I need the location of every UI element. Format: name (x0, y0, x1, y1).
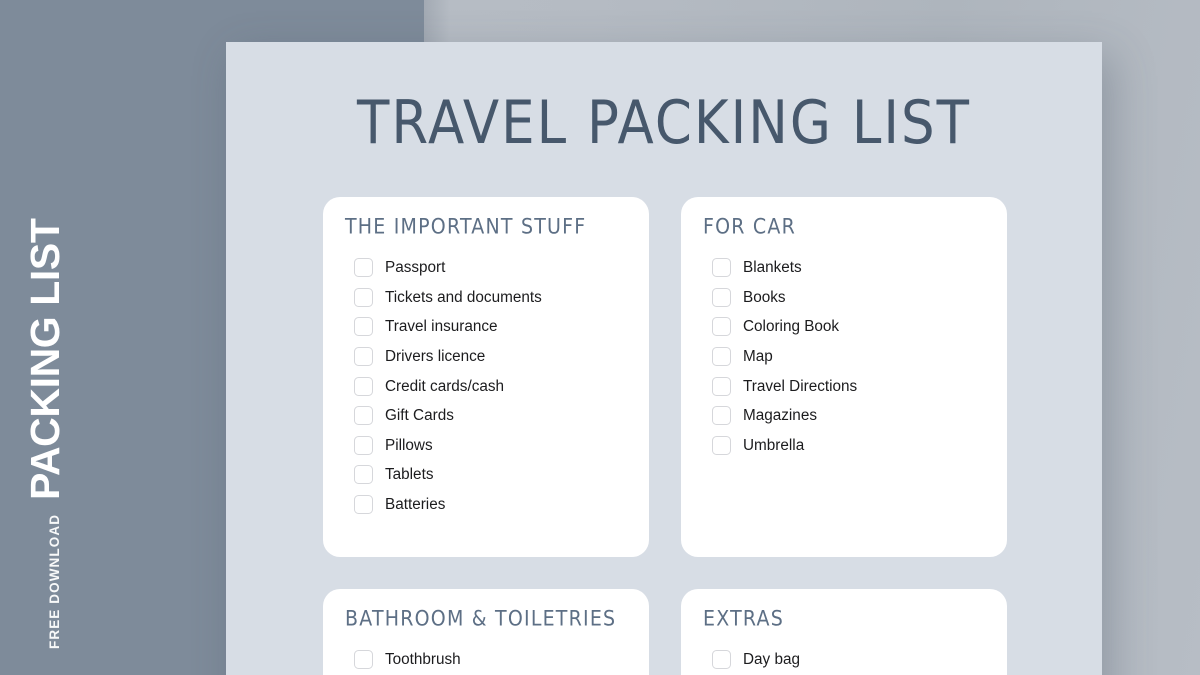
checklist-item[interactable]: Tickets and documents (354, 283, 627, 313)
checklist-item-label: Credit cards/cash (385, 377, 505, 395)
section-title: EXTRAS (703, 606, 784, 632)
packing-list-screenshot: FREE DOWNLOAD PACKING LIST TRAVEL PACKIN… (0, 0, 1200, 675)
checklist-item-label: Day bag (743, 651, 800, 669)
checklist-item-label: Magazines (743, 407, 817, 425)
checkbox-icon[interactable] (354, 317, 373, 337)
checklist-item[interactable]: Travel Directions (712, 371, 985, 401)
checkbox-icon[interactable] (354, 650, 373, 670)
checklist: Passport Tickets and documents Travel insu… (345, 253, 627, 519)
checklist-item[interactable]: Batteries (354, 490, 627, 520)
page-title: TRAVEL PACKING LIST (356, 89, 972, 158)
checklist: Day bag (703, 645, 985, 675)
checklist-item-label: Umbrella (743, 436, 805, 454)
section-title: THE IMPORTANT STUFF (345, 214, 587, 240)
checklist-item[interactable]: Books (712, 283, 985, 313)
checklist: Toothbrush (345, 645, 627, 675)
checkbox-icon[interactable] (354, 376, 373, 396)
checklist-item[interactable]: Credit cards/cash (354, 371, 627, 401)
section-card-important-stuff: THE IMPORTANT STUFF Passport Tickets and … (323, 197, 649, 557)
checkbox-icon[interactable] (712, 650, 731, 670)
checklist-item[interactable]: Blankets (712, 253, 985, 283)
checklist-item[interactable]: Tablets (354, 460, 627, 490)
checklist-item-label: Tablets (385, 466, 434, 484)
checkbox-icon[interactable] (712, 406, 731, 426)
checklist-item[interactable]: Toothbrush (354, 645, 627, 675)
checklist-item[interactable]: Coloring Book (712, 312, 985, 342)
section-card-for-car: FOR CAR Blankets Books Coloring Book Map Tra… (681, 197, 1007, 557)
checkbox-icon[interactable] (712, 287, 731, 307)
checkbox-icon[interactable] (712, 258, 731, 278)
section-card-extras: EXTRAS Day bag (681, 589, 1007, 675)
section-card-bathroom-toiletries: BATHROOM & TOILETRIES Toothbrush (323, 589, 649, 675)
checklist: Blankets Books Coloring Book Map Travel Dire… (703, 253, 985, 460)
checkbox-icon[interactable] (354, 406, 373, 426)
checkbox-icon[interactable] (354, 287, 373, 307)
checkbox-icon[interactable] (354, 465, 373, 485)
checkbox-icon[interactable] (712, 435, 731, 455)
checklist-item-label: Batteries (385, 495, 446, 513)
checkbox-icon[interactable] (354, 347, 373, 367)
checkbox-icon[interactable] (354, 258, 373, 278)
checklist-item[interactable]: Day bag (712, 645, 985, 675)
checklist-item-label: Tickets and documents (385, 288, 542, 306)
section-title: FOR CAR (703, 214, 796, 240)
checklist-item[interactable]: Umbrella (712, 431, 985, 461)
checklist-item-label: Travel Directions (743, 377, 858, 395)
sections-grid: THE IMPORTANT STUFF Passport Tickets and … (323, 197, 1008, 675)
checklist-item[interactable]: Magazines (712, 401, 985, 431)
packing-list-sheet: TRAVEL PACKING LIST THE IMPORTANT STUFF … (226, 42, 1102, 675)
checkbox-icon[interactable] (354, 435, 373, 455)
checklist-item-label: Map (743, 347, 773, 365)
checklist-item-label: Gift Cards (385, 407, 454, 425)
checklist-item-label: Drivers licence (385, 347, 486, 365)
checklist-item[interactable]: Drivers licence (354, 342, 627, 372)
checklist-item-label: Passport (385, 259, 446, 277)
checkbox-icon[interactable] (712, 347, 731, 367)
checklist-item[interactable]: Gift Cards (354, 401, 627, 431)
checklist-item[interactable]: Travel insurance (354, 312, 627, 342)
checklist-item-label: Pillows (385, 436, 433, 454)
checkbox-icon[interactable] (712, 317, 731, 337)
checklist-item[interactable]: Map (712, 342, 985, 372)
checklist-item-label: Blankets (743, 259, 802, 277)
checklist-item-label: Books (743, 288, 786, 306)
section-title: BATHROOM & TOILETRIES (345, 606, 617, 632)
checklist-item-label: Toothbrush (385, 651, 461, 669)
checkbox-icon[interactable] (712, 376, 731, 396)
checklist-item[interactable]: Passport (354, 253, 627, 283)
checkbox-icon[interactable] (354, 495, 373, 515)
checklist-item[interactable]: Pillows (354, 431, 627, 461)
checklist-item-label: Travel insurance (385, 318, 498, 336)
checklist-item-label: Coloring Book (743, 318, 840, 336)
